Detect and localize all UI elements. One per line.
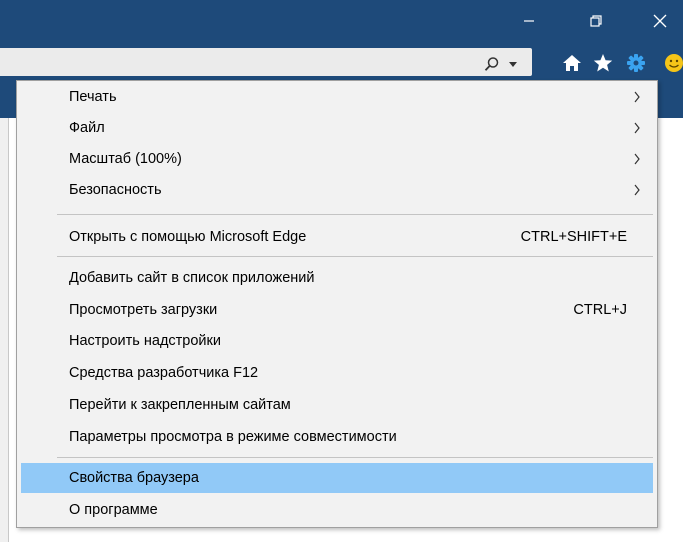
close-button[interactable]	[645, 8, 675, 34]
menu-item-add-site[interactable]: Добавить сайт в список приложений	[21, 263, 653, 293]
star-icon[interactable]	[593, 53, 613, 73]
menu-item-open-edge[interactable]: Открыть с помощью Microsoft Edge CTRL+SH…	[21, 222, 653, 252]
address-field[interactable]	[0, 48, 532, 76]
menu-item-devtools[interactable]: Средства разработчика F12	[21, 358, 653, 388]
menu-item-label: Средства разработчика F12	[69, 365, 259, 381]
menu-item-label: Файл	[69, 120, 105, 136]
chevron-right-icon	[634, 153, 640, 165]
tools-menu: Печать Файл Масштаб (100%) Безопасность …	[16, 80, 658, 528]
restore-icon	[590, 15, 602, 27]
menu-item-label: Добавить сайт в список приложений	[69, 270, 315, 286]
chevron-down-icon[interactable]	[509, 62, 517, 68]
menu-item-safety[interactable]: Безопасность	[21, 175, 653, 205]
menu-item-label: Свойства браузера	[69, 470, 199, 486]
menu-item-label: Безопасность	[69, 182, 162, 198]
menu-item-file[interactable]: Файл	[21, 113, 653, 143]
menu-separator	[57, 214, 653, 215]
search-icon[interactable]	[484, 56, 500, 72]
menu-item-shortcut: CTRL+J	[573, 302, 627, 318]
chevron-right-icon	[634, 122, 640, 134]
smiley-icon[interactable]	[664, 53, 683, 73]
menu-item-label: Настроить надстройки	[69, 333, 221, 349]
menu-separator	[57, 457, 653, 458]
menu-separator	[57, 256, 653, 257]
chevron-right-icon	[634, 184, 640, 196]
menu-item-label: Масштаб (100%)	[69, 151, 182, 167]
menu-item-pinned-sites[interactable]: Перейти к закрепленным сайтам	[21, 390, 653, 420]
menu-item-label: Параметры просмотра в режиме совместимос…	[69, 429, 397, 445]
title-bar	[0, 0, 683, 44]
menu-item-label: О программе	[69, 502, 158, 518]
minimize-button[interactable]	[514, 8, 544, 34]
menu-item-internet-options[interactable]: Свойства браузера	[21, 463, 653, 493]
menu-item-zoom[interactable]: Масштаб (100%)	[21, 144, 653, 174]
minimize-icon	[524, 20, 534, 22]
menu-item-label: Открыть с помощью Microsoft Edge	[69, 229, 307, 245]
menu-item-compat-view[interactable]: Параметры просмотра в режиме совместимос…	[21, 422, 653, 452]
menu-item-addons[interactable]: Настроить надстройки	[21, 326, 653, 356]
menu-item-shortcut: CTRL+SHIFT+E	[520, 229, 627, 245]
menu-item-label: Печать	[69, 89, 117, 105]
menu-item-downloads[interactable]: Просмотреть загрузки CTRL+J	[21, 295, 653, 325]
gear-icon[interactable]	[626, 53, 646, 73]
menu-item-about[interactable]: О программе	[21, 495, 653, 525]
address-bar-row	[0, 44, 683, 80]
chevron-right-icon	[634, 91, 640, 103]
close-icon	[653, 14, 667, 28]
menu-item-label: Перейти к закрепленным сайтам	[69, 397, 291, 413]
restore-button[interactable]	[581, 8, 611, 34]
home-icon[interactable]	[562, 53, 582, 73]
menu-item-label: Просмотреть загрузки	[69, 302, 218, 318]
menu-item-print[interactable]: Печать	[21, 82, 653, 112]
